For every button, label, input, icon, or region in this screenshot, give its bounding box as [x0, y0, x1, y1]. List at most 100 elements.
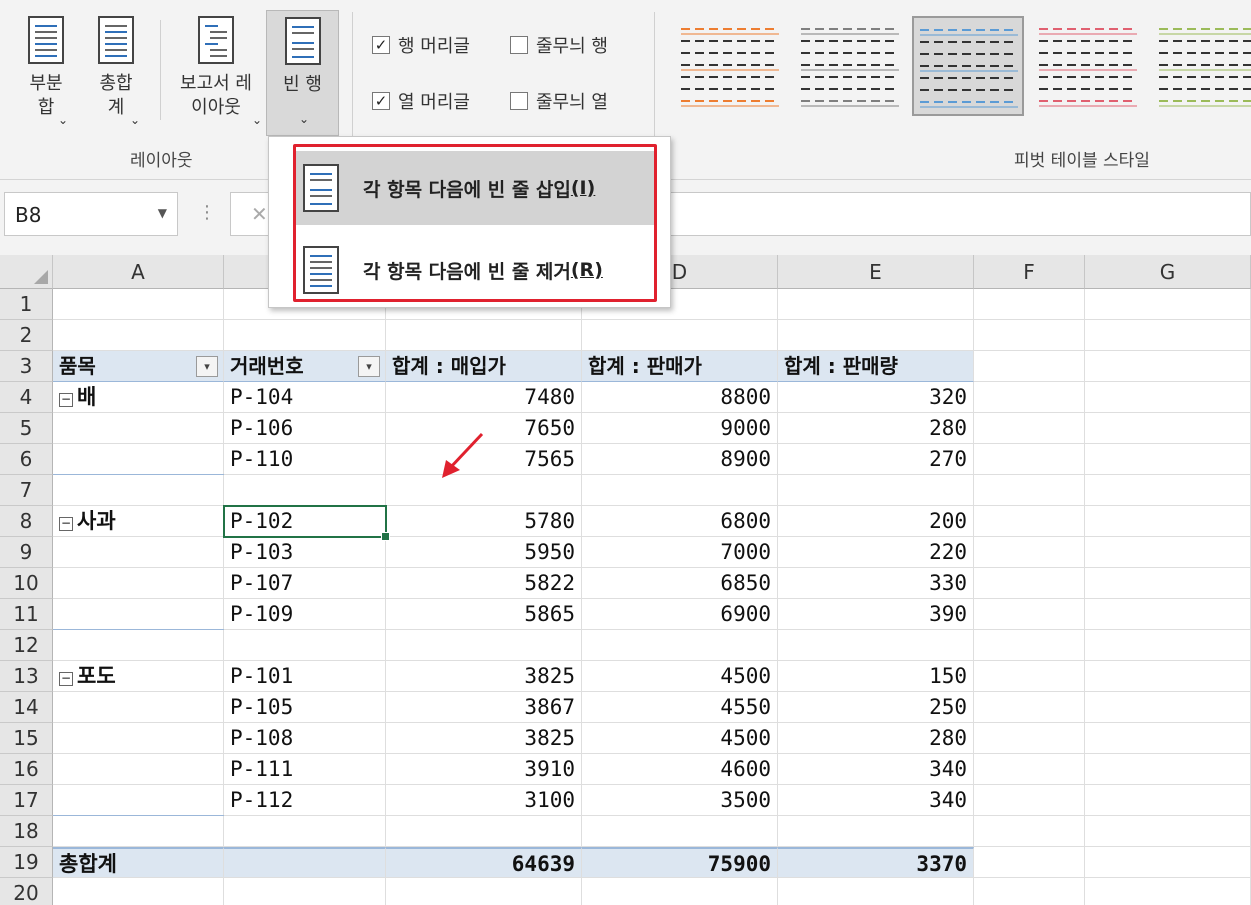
value-cell[interactable]: 3867 [386, 692, 582, 723]
value-cell[interactable]: 6850 [582, 568, 778, 599]
cell[interactable] [224, 630, 386, 661]
value-cell[interactable]: 7480 [386, 382, 582, 413]
cell[interactable] [53, 568, 224, 599]
transaction-cell[interactable]: P-109 [224, 599, 386, 630]
cell[interactable] [974, 754, 1085, 785]
cell[interactable] [974, 537, 1085, 568]
value-cell[interactable]: 330 [778, 568, 974, 599]
cell[interactable] [53, 413, 224, 444]
cell[interactable] [1085, 816, 1251, 847]
value-cell[interactable]: 5780 [386, 506, 582, 537]
cell[interactable] [53, 599, 224, 630]
cell[interactable] [778, 289, 974, 320]
row-header[interactable]: 17 [0, 785, 53, 816]
grand-totals-button[interactable]: 총합 계 ⌄ [86, 10, 146, 132]
cell[interactable] [53, 630, 224, 661]
value-cell[interactable]: 6900 [582, 599, 778, 630]
row-headers-checkbox[interactable]: ✓ 행 머리글 [372, 32, 470, 58]
cell[interactable] [1085, 599, 1251, 630]
cell[interactable] [1085, 568, 1251, 599]
transaction-cell[interactable]: P-110 [224, 444, 386, 475]
value-cell[interactable]: 320 [778, 382, 974, 413]
column-header[interactable]: F [974, 255, 1085, 289]
column-header[interactable]: E [778, 255, 974, 289]
pivot-style-gray[interactable] [794, 16, 906, 116]
row-header[interactable]: 5 [0, 413, 53, 444]
row-header[interactable]: 6 [0, 444, 53, 475]
value-cell[interactable]: 4600 [582, 754, 778, 785]
value-cell[interactable]: 270 [778, 444, 974, 475]
value-cell[interactable]: 3910 [386, 754, 582, 785]
cell[interactable] [386, 816, 582, 847]
cell[interactable] [1085, 630, 1251, 661]
pivot-style-blue[interactable] [912, 16, 1024, 116]
cell[interactable] [386, 630, 582, 661]
cell[interactable] [974, 320, 1085, 351]
banded-rows-checkbox[interactable]: 줄무늬 행 [510, 32, 608, 58]
row-filter-button[interactable]: ▾ [196, 356, 218, 377]
value-cell[interactable]: 4550 [582, 692, 778, 723]
select-all-button[interactable] [0, 255, 53, 289]
value-cell[interactable]: 150 [778, 661, 974, 692]
cell[interactable] [53, 444, 224, 475]
cell[interactable] [974, 413, 1085, 444]
cell[interactable] [582, 630, 778, 661]
cell[interactable] [974, 661, 1085, 692]
cell[interactable] [974, 723, 1085, 754]
value-cell[interactable]: 280 [778, 723, 974, 754]
grand-total-value[interactable]: 3370 [778, 847, 974, 878]
cell[interactable] [582, 816, 778, 847]
transaction-cell[interactable]: P-101 [224, 661, 386, 692]
cell[interactable] [1085, 661, 1251, 692]
cell[interactable] [1085, 537, 1251, 568]
cell[interactable] [53, 723, 224, 754]
cell[interactable] [1085, 444, 1251, 475]
cell[interactable] [224, 816, 386, 847]
cell[interactable] [1085, 475, 1251, 506]
value-cell[interactable]: 3100 [386, 785, 582, 816]
subtotals-button[interactable]: 부분 합 ⌄ [18, 10, 74, 132]
value-cell[interactable]: 6800 [582, 506, 778, 537]
value-cell[interactable]: 3500 [582, 785, 778, 816]
transaction-cell[interactable]: P-106 [224, 413, 386, 444]
cell[interactable] [778, 630, 974, 661]
value-cell[interactable]: 4500 [582, 661, 778, 692]
pivot-style-green[interactable] [1152, 16, 1251, 116]
cell[interactable] [1085, 785, 1251, 816]
row-header[interactable]: 15 [0, 723, 53, 754]
transaction-cell[interactable]: P-108 [224, 723, 386, 754]
row-header[interactable]: 13 [0, 661, 53, 692]
value-cell[interactable]: 280 [778, 413, 974, 444]
cell[interactable] [1085, 351, 1251, 382]
value-cell[interactable]: 250 [778, 692, 974, 723]
pivot-header-cell[interactable]: 합계 : 매입가 [386, 351, 582, 382]
pivot-header-cell[interactable]: 합계 : 판매량 [778, 351, 974, 382]
cell[interactable] [53, 320, 224, 351]
cell[interactable] [1085, 506, 1251, 537]
value-cell[interactable]: 200 [778, 506, 974, 537]
transaction-cell[interactable]: P-107 [224, 568, 386, 599]
cell[interactable] [974, 847, 1085, 878]
cell[interactable] [53, 289, 224, 320]
cell[interactable] [224, 475, 386, 506]
cell[interactable] [974, 506, 1085, 537]
cell[interactable] [1085, 723, 1251, 754]
grand-total-cell[interactable] [224, 847, 386, 878]
cell[interactable] [778, 878, 974, 905]
cell[interactable] [582, 878, 778, 905]
cell[interactable] [53, 475, 224, 506]
cell[interactable] [1085, 878, 1251, 905]
pivot-style-orange[interactable] [674, 16, 786, 116]
cell[interactable] [53, 878, 224, 905]
grand-total-value[interactable]: 64639 [386, 847, 582, 878]
cell[interactable] [974, 630, 1085, 661]
pivot-header-cell[interactable]: 합계 : 판매가 [582, 351, 778, 382]
pivot-style-red[interactable] [1032, 16, 1144, 116]
column-header[interactable]: G [1085, 255, 1251, 289]
row-header[interactable]: 14 [0, 692, 53, 723]
value-cell[interactable]: 3825 [386, 723, 582, 754]
cell[interactable] [582, 475, 778, 506]
value-cell[interactable]: 390 [778, 599, 974, 630]
cell[interactable] [778, 320, 974, 351]
cell[interactable] [974, 568, 1085, 599]
